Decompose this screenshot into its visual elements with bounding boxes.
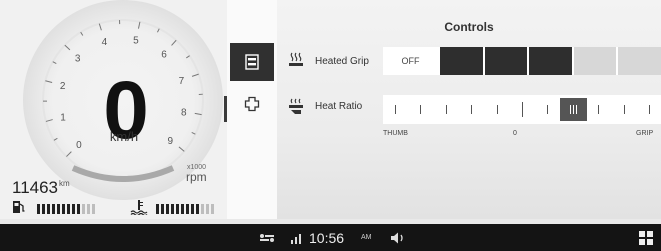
heat-ratio-tick	[649, 105, 650, 114]
gauge-segment	[181, 204, 184, 214]
heated-grip-icon	[289, 52, 303, 66]
gauge-segment	[206, 204, 209, 214]
nav-extensions-button[interactable]	[230, 85, 274, 123]
heat-ratio-icon	[289, 98, 303, 114]
fuel-icon	[13, 201, 25, 213]
heat-ratio-slider[interactable]	[383, 95, 661, 124]
odometer: 11463km	[12, 178, 70, 198]
heat-ratio-tick	[445, 105, 447, 114]
odometer-value: 11463	[12, 178, 59, 197]
heat-ratio-tick	[522, 102, 523, 117]
speed-unit: km/h	[109, 129, 139, 144]
gauge-segment	[166, 204, 169, 214]
heat-ratio-tick	[547, 105, 549, 114]
heat-ratio-tick	[471, 105, 473, 114]
gauge-segment	[52, 204, 55, 214]
heat-ratio-right-label: GRIP	[636, 130, 654, 137]
tach-unit: rpm	[186, 170, 207, 184]
heat-ratio-left-label: THUMB	[383, 130, 408, 137]
heated-grip-off-button[interactable]: OFF	[383, 47, 438, 75]
gauge-segment	[82, 204, 85, 214]
tach-number: 9	[167, 136, 173, 147]
volume-icon[interactable]	[390, 231, 406, 245]
gauge-segment	[161, 204, 164, 214]
app-grid-icon[interactable]	[639, 231, 653, 245]
heat-ratio-label: Heat Ratio	[315, 101, 363, 112]
gauge-segment	[42, 204, 45, 214]
heat-ratio-tick	[395, 105, 396, 114]
controls-panel: Controls Heated Grip OFF Heat Ratio THUM…	[277, 0, 661, 219]
gauge-segment	[62, 204, 65, 214]
nav-controls-button[interactable]	[230, 43, 274, 81]
tach-number: 7	[179, 76, 185, 87]
heat-ratio-tick	[496, 105, 498, 114]
gauge-segment	[67, 204, 70, 214]
tach-number: 1	[60, 113, 66, 124]
fuel-gauge	[37, 204, 95, 214]
tach-number: 8	[181, 107, 187, 118]
coolant-temperature-icon	[130, 200, 148, 215]
page-title: Controls	[444, 20, 494, 34]
heated-grip-selector: OFF	[383, 47, 661, 75]
gauge-segment	[47, 204, 50, 214]
clock-ampm: AM	[361, 234, 372, 241]
tach-number: 3	[75, 53, 81, 64]
status-bar: 10:56 AM	[0, 224, 661, 251]
gauge-segment	[77, 204, 80, 214]
heated-grip-level-5[interactable]	[618, 47, 661, 75]
gauge-segment	[92, 204, 95, 214]
card-settings-icon	[245, 54, 259, 70]
side-nav	[227, 0, 277, 219]
heated-grip-level-4[interactable]	[573, 47, 617, 75]
gauge-segment	[186, 204, 189, 214]
gauge-segment	[196, 204, 199, 214]
tach-number: 6	[161, 50, 167, 61]
gauge-segment	[176, 204, 179, 214]
tach-number: 5	[133, 35, 139, 46]
gauge-segment	[37, 204, 40, 214]
heat-ratio-tick	[623, 105, 625, 114]
tach-number: 2	[60, 81, 66, 92]
puzzle-icon	[244, 96, 260, 112]
gauge-segment	[191, 204, 194, 214]
gauge-segment	[87, 204, 90, 214]
tach-number: 4	[102, 37, 108, 48]
heated-grip-level-3[interactable]	[529, 47, 572, 75]
signal-strength-icon	[291, 234, 301, 244]
gauge-segment	[171, 204, 174, 214]
gauge-segment	[201, 204, 204, 214]
heat-ratio-center-label: 0	[513, 130, 517, 137]
coolant-gauge	[156, 204, 214, 214]
heated-grip-level-1[interactable]	[440, 47, 483, 75]
tach-number: 0	[76, 140, 82, 151]
heat-ratio-tick	[420, 105, 422, 114]
gauge-segment	[156, 204, 159, 214]
gauge-segment	[72, 204, 75, 214]
odometer-unit: km	[59, 179, 70, 188]
gauge-segment	[57, 204, 60, 214]
instrument-cluster: 0123456789 0 km/h x1000 rpm 11463km	[0, 0, 227, 219]
heated-grip-level-2[interactable]	[484, 47, 528, 75]
connection-icon	[260, 234, 274, 242]
clock-time: 10:56	[309, 230, 345, 246]
heat-ratio-tick	[598, 105, 600, 114]
gauge-segment	[211, 204, 214, 214]
heated-grip-label: Heated Grip	[315, 56, 369, 67]
heat-ratio-knob[interactable]	[559, 98, 587, 121]
